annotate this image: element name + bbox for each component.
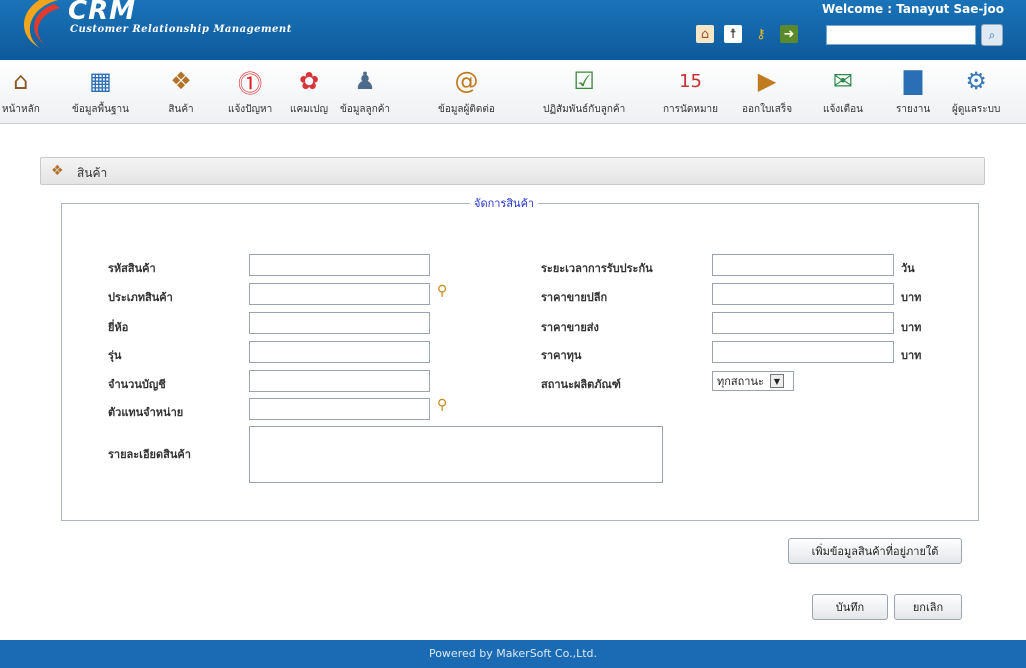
accessibility-icon[interactable]: ☨ bbox=[724, 25, 742, 43]
cost-price-unit: บาท bbox=[901, 349, 922, 362]
wholesale-price-unit: บาท bbox=[901, 321, 922, 334]
chevron-down-icon: ▼ bbox=[769, 374, 784, 388]
admin-gear-icon: ⚙ bbox=[965, 67, 987, 95]
dealer-input[interactable] bbox=[249, 398, 430, 420]
toolbar-item-reports[interactable]: ▇ รายงาน bbox=[896, 66, 930, 117]
account-count-label: จำนวนบัญชี bbox=[108, 378, 166, 391]
toolbar-item-campaign[interactable]: ✿ แคมเปญ bbox=[290, 66, 328, 117]
toolbar-item-basic-data[interactable]: ▦ ข้อมูลพื้นฐาน bbox=[72, 66, 129, 117]
product-icon: ❖ bbox=[51, 163, 64, 179]
toolbar-item-admin[interactable]: ⚙ ผู้ดูแลระบบ bbox=[952, 66, 1000, 117]
add-sub-product-button[interactable]: เพิ่มข้อมูลสินค้าที่อยู่ภายใต้ bbox=[788, 538, 962, 564]
toolbar-label: ปฏิสัมพันธ์กับลูกค้า bbox=[543, 104, 626, 115]
cancel-button[interactable]: ยกเลิก bbox=[894, 594, 962, 620]
cost-price-input[interactable] bbox=[712, 341, 894, 363]
toolbar-label: รายงาน bbox=[896, 104, 931, 115]
notify-icon: ✉ bbox=[832, 67, 854, 95]
wholesale-price-label: ราคาขายส่ง bbox=[541, 321, 599, 334]
account-count-input[interactable] bbox=[249, 370, 430, 392]
product-status-select[interactable]: ทุกสถานะ ▼ bbox=[712, 371, 794, 391]
header-search-input[interactable] bbox=[826, 25, 976, 45]
toolbar-label: ออกใบเสร็จ bbox=[742, 104, 793, 115]
checklist-icon: ☑ bbox=[573, 67, 595, 95]
dealer-lookup-icon[interactable]: ⚲ bbox=[437, 397, 447, 413]
search-icon[interactable]: ⌕ bbox=[981, 24, 1003, 46]
logo-subtitle: Customer Relationship Management bbox=[70, 24, 292, 35]
home-icon[interactable]: ⌂ bbox=[696, 25, 714, 43]
logout-icon[interactable]: ➜ bbox=[780, 25, 798, 43]
customer-icon: ♟ bbox=[354, 67, 376, 95]
toolbar-label: ผู้ดูแลระบบ bbox=[952, 104, 1001, 115]
logo-title: CRM bbox=[68, 0, 136, 26]
header-icon-bar: ⌂ ☨ ⚷ ➜ bbox=[696, 25, 798, 43]
product-icon: ❖ bbox=[170, 67, 192, 95]
crm-logo-swoosh-icon bbox=[24, 0, 60, 48]
calendar-icon: 15 bbox=[679, 70, 702, 92]
toolbar-label: ข้อมูลพื้นฐาน bbox=[72, 104, 129, 115]
panel-title: สินค้า bbox=[77, 166, 108, 180]
data-icon: ▦ bbox=[89, 67, 112, 95]
toolbar-item-receipts[interactable]: ▶ ออกใบเสร็จ bbox=[742, 66, 792, 117]
toolbar-item-interactions[interactable]: ☑ ปฏิสัมพันธ์กับลูกค้า bbox=[543, 66, 625, 117]
alert-icon: ⓵ bbox=[238, 69, 263, 98]
welcome-text: Welcome : Tanayut Sae-joo bbox=[822, 2, 1004, 16]
product-code-input[interactable] bbox=[249, 254, 430, 276]
toolbar-label: ข้อมูลลูกค้า bbox=[340, 104, 391, 115]
model-label: รุ่น bbox=[108, 349, 122, 362]
product-detail-label: รายละเอียดสินค้า bbox=[108, 448, 191, 461]
app-header: CRM Customer Relationship Management Wel… bbox=[0, 0, 1026, 60]
retail-price-label: ราคาขายปลีก bbox=[541, 291, 608, 304]
toolbar-item-home[interactable]: ⌂ หน้าหลัก bbox=[2, 66, 40, 117]
home-icon: ⌂ bbox=[13, 67, 29, 95]
panel-header: ❖ สินค้า bbox=[40, 157, 985, 185]
toolbar-label: แจ้งปัญหา bbox=[228, 104, 273, 115]
toolbar-label: หน้าหลัก bbox=[2, 104, 40, 115]
report-icon: ▇ bbox=[903, 67, 923, 95]
retail-price-unit: บาท bbox=[901, 291, 922, 304]
cost-price-label: ราคาทุน bbox=[541, 349, 582, 362]
product-code-label: รหัสสินค้า bbox=[108, 262, 156, 275]
toolbar-label: แคมเปญ bbox=[290, 104, 329, 115]
toolbar-item-issues[interactable]: ⓵ แจ้งปัญหา bbox=[228, 66, 272, 117]
product-type-lookup-icon[interactable]: ⚲ bbox=[437, 283, 447, 299]
warranty-label: ระยะเวลาการรับประกัน bbox=[541, 262, 653, 275]
main-toolbar: ⌂ หน้าหลัก ▦ ข้อมูลพื้นฐาน ❖ สินค้า ⓵ แจ… bbox=[0, 60, 1026, 124]
product-type-input[interactable] bbox=[249, 283, 430, 305]
brand-label: ยี่ห้อ bbox=[108, 321, 129, 334]
model-input[interactable] bbox=[249, 341, 430, 363]
save-button[interactable]: บันทึก bbox=[812, 594, 888, 620]
retail-price-input[interactable] bbox=[712, 283, 894, 305]
toolbar-label: สินค้า bbox=[168, 104, 194, 115]
toolbar-item-products[interactable]: ❖ สินค้า bbox=[166, 66, 196, 117]
product-status-label: สถานะผลิตภัณฑ์ bbox=[541, 378, 621, 391]
wholesale-price-input[interactable] bbox=[712, 312, 894, 334]
product-detail-textarea[interactable] bbox=[249, 426, 663, 483]
receipt-icon: ▶ bbox=[757, 67, 777, 95]
toolbar-label: ข้อมูลผู้ติดต่อ bbox=[438, 104, 495, 115]
warranty-unit: วัน bbox=[901, 262, 915, 275]
toolbar-item-customers[interactable]: ♟ ข้อมูลลูกค้า bbox=[340, 66, 390, 117]
contact-book-icon: @ bbox=[454, 67, 479, 95]
dealer-label: ตัวแทนจำหน่าย bbox=[108, 406, 184, 419]
brand-input[interactable] bbox=[249, 312, 430, 334]
toolbar-label: แจ้งเตือน bbox=[823, 104, 863, 115]
product-status-value: ทุกสถานะ bbox=[717, 375, 764, 388]
toolbar-item-appointments[interactable]: 15 การนัดหมาย bbox=[663, 66, 718, 117]
gift-icon: ✿ bbox=[298, 67, 320, 95]
form-legend: จัดการสินค้า bbox=[470, 194, 539, 212]
footer: Powered by MakerSoft Co.,Ltd. bbox=[0, 640, 1026, 668]
toolbar-item-notifications[interactable]: ✉ แจ้งเตือน bbox=[823, 66, 863, 117]
product-type-label: ประเภทสินค้า bbox=[108, 291, 173, 304]
toolbar-item-contacts[interactable]: @ ข้อมูลผู้ติดต่อ bbox=[438, 66, 495, 117]
toolbar-label: การนัดหมาย bbox=[663, 104, 719, 115]
warranty-input[interactable] bbox=[712, 254, 894, 276]
key-icon[interactable]: ⚷ bbox=[752, 25, 770, 43]
